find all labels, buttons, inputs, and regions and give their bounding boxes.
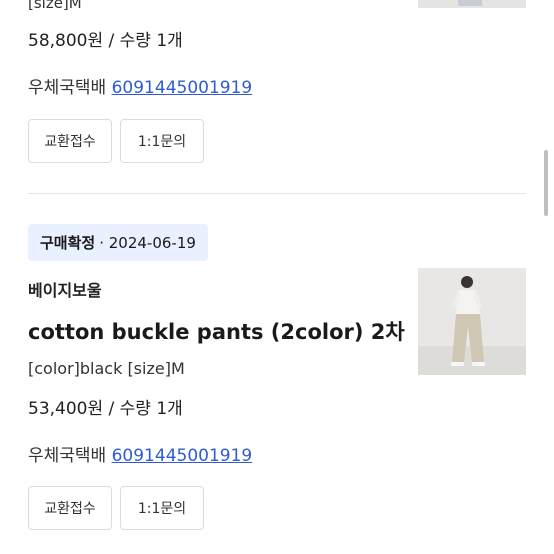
tracking-number-link[interactable]: 6091445001919 [112, 78, 253, 98]
product-thumbnail[interactable] [418, 0, 526, 8]
product-thumbnail[interactable] [418, 268, 526, 375]
order-divider [28, 193, 526, 194]
carrier-name: 우체국택배 [28, 78, 107, 98]
brand-name[interactable]: 베이지보울 [28, 277, 102, 301]
inquiry-button[interactable]: 1:1문의 [120, 486, 204, 530]
tracking-number-link[interactable]: 6091445001919 [112, 446, 253, 466]
carrier-name: 우체국택배 [28, 446, 107, 466]
model-photo [418, 268, 526, 375]
order-status: 구매확정 [40, 234, 96, 252]
inquiry-button[interactable]: 1:1문의 [120, 119, 204, 163]
order-status-badge: 구매확정 · 2024-06-19 [28, 224, 208, 261]
exchange-button[interactable]: 교환접수 [28, 486, 112, 530]
order-options: [color]black [size]M [28, 359, 185, 378]
order-price-quantity: 58,800원 / 수량 1개 [28, 31, 183, 51]
exchange-button[interactable]: 교환접수 [28, 119, 112, 163]
product-title[interactable]: cotton buckle pants (2color) 2차 [28, 316, 405, 346]
order-date: · 2024-06-19 [99, 233, 196, 252]
order-options: [size]M [28, 0, 82, 12]
scrollbar[interactable] [544, 150, 548, 216]
shipping-info: 우체국택배 6091445001919 [28, 441, 252, 466]
shipping-info: 우체국택배 6091445001919 [28, 73, 252, 98]
order-price-quantity: 53,400원 / 수량 1개 [28, 399, 183, 419]
